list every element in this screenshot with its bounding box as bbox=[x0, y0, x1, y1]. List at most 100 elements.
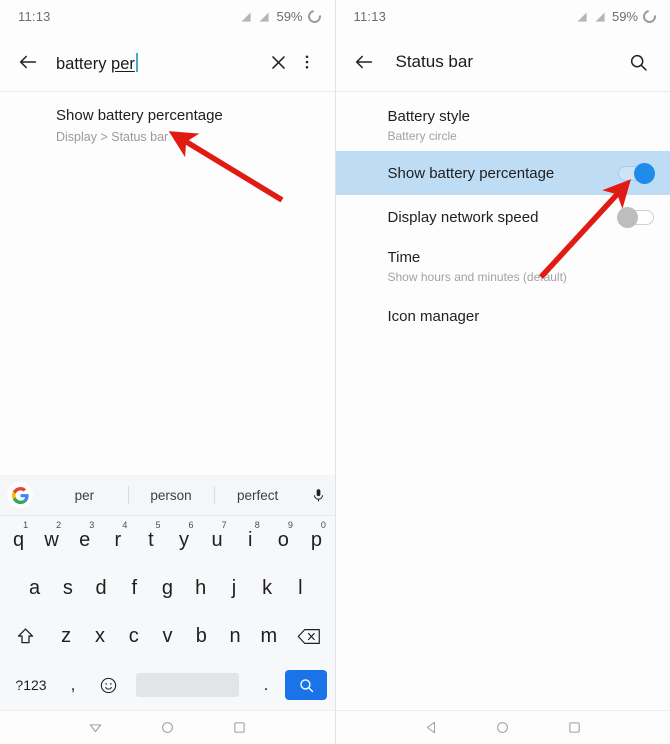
nav-recents-square-icon bbox=[569, 722, 580, 733]
microphone-button[interactable] bbox=[301, 486, 334, 505]
nav-back-button[interactable] bbox=[416, 713, 446, 743]
nav-recents-button[interactable] bbox=[560, 713, 590, 743]
key-e[interactable]: 3e bbox=[68, 518, 101, 562]
key-u[interactable]: 7u bbox=[201, 518, 234, 562]
key-v[interactable]: v bbox=[151, 614, 185, 658]
key-g[interactable]: g bbox=[151, 566, 184, 610]
key-label: q bbox=[12, 528, 25, 551]
setting-row-show-battery-percentage[interactable]: Show battery percentage bbox=[335, 151, 670, 195]
key-f[interactable]: f bbox=[118, 566, 151, 610]
search-result-item[interactable]: Show battery percentage Display > Status… bbox=[0, 106, 335, 146]
status-bar-settings-list: Battery style Battery circle Show batter… bbox=[335, 92, 670, 336]
search-input[interactable]: battery per bbox=[44, 50, 263, 74]
period-key[interactable]: . bbox=[249, 663, 283, 707]
nav-recents-button[interactable] bbox=[224, 713, 254, 743]
right-status-bar: 11:13 59% bbox=[335, 0, 670, 33]
key-i[interactable]: 8i bbox=[234, 518, 267, 562]
overflow-menu-button[interactable] bbox=[295, 46, 319, 78]
status-bar-time: 11:13 bbox=[18, 9, 51, 24]
backspace-key[interactable] bbox=[286, 614, 333, 658]
key-label: r bbox=[114, 528, 122, 551]
symbols-key[interactable]: ?123 bbox=[6, 663, 56, 707]
key-h[interactable]: h bbox=[184, 566, 217, 610]
key-d[interactable]: d bbox=[84, 566, 117, 610]
search-app-bar: battery per bbox=[0, 33, 335, 91]
setting-row-battery-style[interactable]: Battery style Battery circle bbox=[336, 100, 670, 151]
setting-title: Time bbox=[387, 249, 421, 266]
enter-key-surface bbox=[285, 670, 327, 700]
key-label: y bbox=[179, 528, 190, 551]
show-battery-percentage-toggle[interactable] bbox=[618, 162, 655, 184]
toggle-thumb bbox=[617, 206, 638, 228]
status-bar-battery-percent: 59% bbox=[611, 9, 638, 24]
nav-back-triangle-icon bbox=[426, 721, 435, 734]
keyboard-row-4: ?123 , . bbox=[0, 660, 335, 710]
enter-search-key[interactable] bbox=[283, 663, 329, 707]
key-p[interactable]: 0p bbox=[300, 518, 333, 562]
arrow-back-icon bbox=[19, 55, 37, 69]
key-t[interactable]: 5t bbox=[134, 518, 167, 562]
setting-subtitle: Show hours and minutes (default) bbox=[387, 270, 567, 284]
key-k[interactable]: k bbox=[251, 566, 284, 610]
search-button[interactable] bbox=[622, 46, 654, 78]
key-q[interactable]: 1q bbox=[2, 518, 35, 562]
key-number: 5 bbox=[155, 520, 161, 530]
key-z[interactable]: z bbox=[49, 614, 83, 658]
key-number: 1 bbox=[23, 520, 29, 530]
back-button[interactable] bbox=[12, 46, 44, 78]
key-label: p bbox=[310, 528, 322, 551]
suggestion-item[interactable]: per bbox=[41, 488, 128, 503]
key-number: 4 bbox=[122, 520, 128, 530]
google-logo-icon[interactable] bbox=[7, 482, 33, 508]
key-label: o bbox=[277, 528, 289, 551]
suggestion-item[interactable]: person bbox=[128, 488, 215, 503]
key-label: t bbox=[148, 528, 154, 551]
nav-back-button[interactable] bbox=[81, 713, 111, 743]
key-n[interactable]: n bbox=[218, 614, 252, 658]
space-key[interactable] bbox=[136, 663, 239, 707]
key-c[interactable]: c bbox=[117, 614, 151, 658]
setting-subtitle: Battery circle bbox=[387, 129, 457, 143]
key-label: w bbox=[44, 528, 59, 551]
back-button[interactable] bbox=[348, 46, 380, 78]
more-vertical-icon bbox=[305, 55, 308, 69]
key-number: 3 bbox=[89, 520, 95, 530]
clear-search-button[interactable] bbox=[263, 46, 295, 78]
key-x[interactable]: x bbox=[83, 614, 117, 658]
key-m[interactable]: m bbox=[252, 614, 286, 658]
keyboard-row-1: 1q 2w 3e 4r 5t 6y 7u 8i 9o 0p bbox=[0, 516, 335, 564]
setting-title: Show battery percentage bbox=[387, 164, 555, 182]
left-phone-screen: 11:13 59% battery per Show battery perce… bbox=[0, 0, 336, 744]
status-bar-icons: 59% bbox=[239, 7, 324, 26]
left-navigation-bar bbox=[0, 710, 335, 744]
nav-home-button[interactable] bbox=[488, 713, 518, 743]
setting-row-time[interactable]: Time Show hours and minutes (default) bbox=[336, 239, 670, 292]
nav-home-circle-icon bbox=[162, 722, 173, 733]
nav-home-button[interactable] bbox=[152, 713, 182, 743]
shift-key[interactable] bbox=[2, 614, 49, 658]
left-status-bar: 11:13 59% bbox=[0, 0, 335, 33]
key-r[interactable]: 4r bbox=[101, 518, 134, 562]
key-a[interactable]: a bbox=[18, 566, 51, 610]
comma-key[interactable]: , bbox=[56, 663, 90, 707]
key-y[interactable]: 6y bbox=[167, 518, 200, 562]
setting-row-display-network-speed[interactable]: Display network speed bbox=[336, 195, 670, 239]
key-j[interactable]: j bbox=[217, 566, 250, 610]
key-b[interactable]: b bbox=[184, 614, 218, 658]
signal-off-icon bbox=[239, 10, 253, 23]
keyboard-row-2: a s d f g h j k l bbox=[0, 564, 335, 612]
key-number: 6 bbox=[188, 520, 194, 530]
key-o[interactable]: 9o bbox=[267, 518, 300, 562]
suggestion-item[interactable]: perfect bbox=[214, 488, 301, 503]
dual-screenshot-container: 11:13 59% battery per Show battery perce… bbox=[0, 0, 670, 744]
display-network-speed-toggle[interactable] bbox=[617, 206, 654, 228]
backspace-icon bbox=[298, 628, 321, 644]
key-l[interactable]: l bbox=[284, 566, 317, 610]
emoji-key[interactable] bbox=[90, 663, 126, 707]
key-number: 2 bbox=[56, 520, 62, 530]
keyboard-row-3: z x c v b n m bbox=[0, 612, 335, 660]
setting-row-icon-manager[interactable]: Icon manager bbox=[336, 292, 670, 336]
page-title: Status bar bbox=[395, 52, 474, 71]
key-s[interactable]: s bbox=[51, 566, 84, 610]
key-w[interactable]: 2w bbox=[35, 518, 68, 562]
